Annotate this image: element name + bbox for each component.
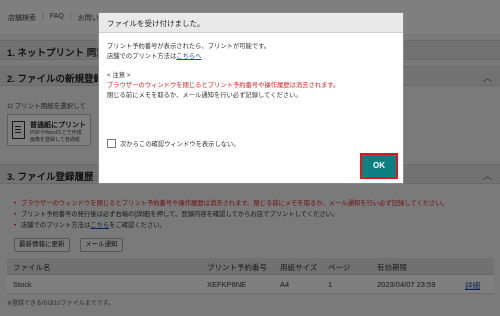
dialog-line: 店舗でのプリント方法はこちらへ bbox=[107, 53, 202, 60]
dont-show-again-checkbox[interactable] bbox=[107, 139, 116, 148]
upload-confirmation-dialog: ファイルを受け付けました。 プリント予約番号が表示されたら、プリントが可能です。… bbox=[98, 12, 404, 184]
dialog-title-bar: ファイルを受け付けました。 bbox=[99, 13, 403, 33]
caution-instruction: 閉じる前にメモを取るか、メール通知を行い必ず記録してください。 bbox=[107, 92, 302, 99]
dialog-line: プリント予約番号が表示されたら、プリントが可能です。 bbox=[107, 43, 271, 50]
ok-button[interactable]: OK bbox=[362, 155, 396, 177]
print-method-dialog-link[interactable]: こちらへ bbox=[176, 53, 201, 60]
dialog-title: ファイルを受け付けました。 bbox=[107, 19, 205, 28]
caution-warning: ブラウザーのウィンドウを閉じるとプリント予約番号や操作履歴は消去されます。 bbox=[107, 82, 340, 89]
dont-show-again-option[interactable]: 次からこの確認ウィンドウを表示しない。 bbox=[107, 139, 240, 148]
checkbox-label: 次からこの確認ウィンドウを表示しない。 bbox=[120, 141, 240, 148]
caution-heading: < 注意 > bbox=[107, 72, 131, 79]
dialog-body: プリント予約番号が表示されたら、プリントが可能です。 店舗でのプリント方法はこち… bbox=[107, 42, 397, 101]
